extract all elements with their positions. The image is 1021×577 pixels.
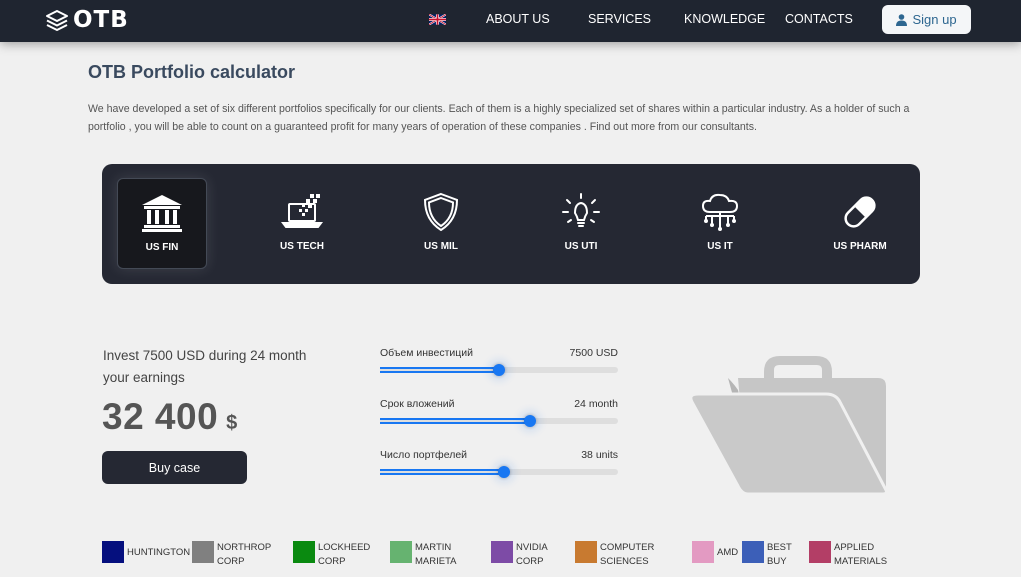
legend-item: COMPUTER SCIENCES [575, 541, 660, 569]
nav-services[interactable]: SERVICES [588, 12, 651, 26]
sign-up-button[interactable]: Sign up [882, 5, 971, 34]
legend-label: APPLIED MATERIALS [834, 542, 888, 567]
buy-case-button[interactable]: Buy case [102, 451, 247, 484]
legend-label: NORTHROP CORP [217, 542, 272, 567]
nav-about-us[interactable]: ABOUT US [486, 12, 550, 26]
portfolio-label: US FIN [145, 242, 179, 253]
portfolio-us-tech[interactable]: US TECH [257, 178, 347, 269]
lightbulb-icon [562, 193, 600, 227]
legend-item: NVIDIA CORP [491, 541, 556, 569]
page-title: OTB Portfolio calculator [88, 62, 296, 82]
legend-swatch [390, 541, 412, 563]
legend-swatch [192, 541, 214, 563]
layers-logo-icon [46, 10, 68, 31]
slider-value: 38 units [581, 449, 618, 461]
portfolio-us-mil[interactable]: US MIL [396, 178, 486, 269]
legend-label: COMPUTER SCIENCES [600, 542, 655, 567]
portfolio-label: US TECH [280, 241, 324, 252]
slider-fill [380, 418, 530, 424]
slider-thumb[interactable] [523, 415, 536, 427]
legend-label: BEST BUY [767, 542, 792, 567]
legend-label: LOCKHEED CORP [318, 542, 371, 567]
legend-label: MARTIN MARIETA [415, 542, 457, 567]
legend-item: NORTHROP CORP [192, 541, 272, 569]
invest-summary: Invest 7500 USD during 24 month your ear… [103, 348, 307, 385]
portfolio-selector: US FIN US TECH US MIL US UTI US IT US PH… [102, 164, 920, 284]
portfolio-us-fin[interactable]: US FIN [117, 178, 207, 269]
nav-knowledge[interactable]: KNOWLEDGE [684, 12, 765, 26]
shield-icon [423, 192, 459, 232]
legend-item: HUNTINGTON [102, 541, 197, 563]
legend-label: NVIDIA CORP [516, 542, 548, 567]
slider-label: Объем инвестиций [380, 347, 474, 359]
legend-swatch [809, 541, 831, 563]
portfolio-label: US IT [707, 241, 733, 252]
legend-swatch [102, 541, 124, 563]
portfolio-us-uti[interactable]: US UTI [536, 178, 626, 269]
sign-up-label: Sign up [912, 12, 957, 27]
slider-track[interactable] [380, 466, 618, 478]
slider-value: 7500 USD [569, 347, 618, 359]
slider-value: 24 month [574, 398, 618, 410]
bank-icon [142, 195, 182, 232]
portfolio-us-it[interactable]: US IT [675, 178, 765, 269]
logo-text: OTB [73, 7, 129, 33]
legend-item: MARTIN MARIETA [390, 541, 465, 569]
earnings-value: 32 400 [102, 396, 219, 437]
cloud-network-icon [701, 193, 739, 231]
investment-amount-slider[interactable]: Объем инвестиций 7500 USD [380, 347, 618, 376]
portfolio-us-pharm[interactable]: US PHARM [815, 178, 905, 269]
uk-flag-icon[interactable] [429, 14, 446, 25]
laptop-icon [281, 194, 323, 228]
slider-label: Число портфелей [380, 449, 468, 461]
legend-item: BEST BUY [742, 541, 797, 569]
slider-fill [380, 367, 499, 373]
portfolio-count-slider[interactable]: Число портфелей 38 units [380, 449, 618, 478]
legend-swatch [293, 541, 315, 563]
legend-label: AMD [717, 547, 739, 558]
legend-item: APPLIED MATERIALS [809, 541, 894, 569]
investment-term-slider[interactable]: Срок вложений 24 month [380, 398, 618, 427]
top-navbar: OTB ABOUT US SERVICES KNOWLEDGE CONTACTS… [0, 0, 1021, 42]
nav-contacts[interactable]: CONTACTS [785, 12, 853, 26]
legend-swatch [692, 541, 714, 563]
legend-swatch [575, 541, 597, 563]
portfolio-label: US PHARM [833, 241, 887, 252]
pill-icon [844, 196, 876, 228]
legend-swatch [491, 541, 513, 563]
legend-item: LOCKHEED CORP [293, 541, 373, 569]
legend-label: HUNTINGTON [127, 547, 191, 558]
user-icon [896, 13, 908, 26]
portfolio-label: US MIL [424, 241, 458, 252]
slider-track[interactable] [380, 364, 618, 376]
slider-thumb[interactable] [493, 364, 505, 376]
slider-label: Срок вложений [380, 398, 455, 410]
earnings-display: 32 400 $ [102, 396, 237, 438]
intro-paragraph: We have developed a set of six different… [88, 103, 910, 133]
currency-symbol: $ [226, 412, 238, 434]
slider-thumb[interactable] [497, 466, 510, 478]
briefcase-icon [689, 356, 888, 494]
legend-item: AMD [692, 541, 738, 563]
logo[interactable]: OTB [45, 7, 129, 33]
portfolio-label: US UTI [564, 241, 598, 252]
slider-fill [380, 469, 504, 475]
legend-swatch [742, 541, 764, 563]
slider-track[interactable] [380, 415, 618, 427]
